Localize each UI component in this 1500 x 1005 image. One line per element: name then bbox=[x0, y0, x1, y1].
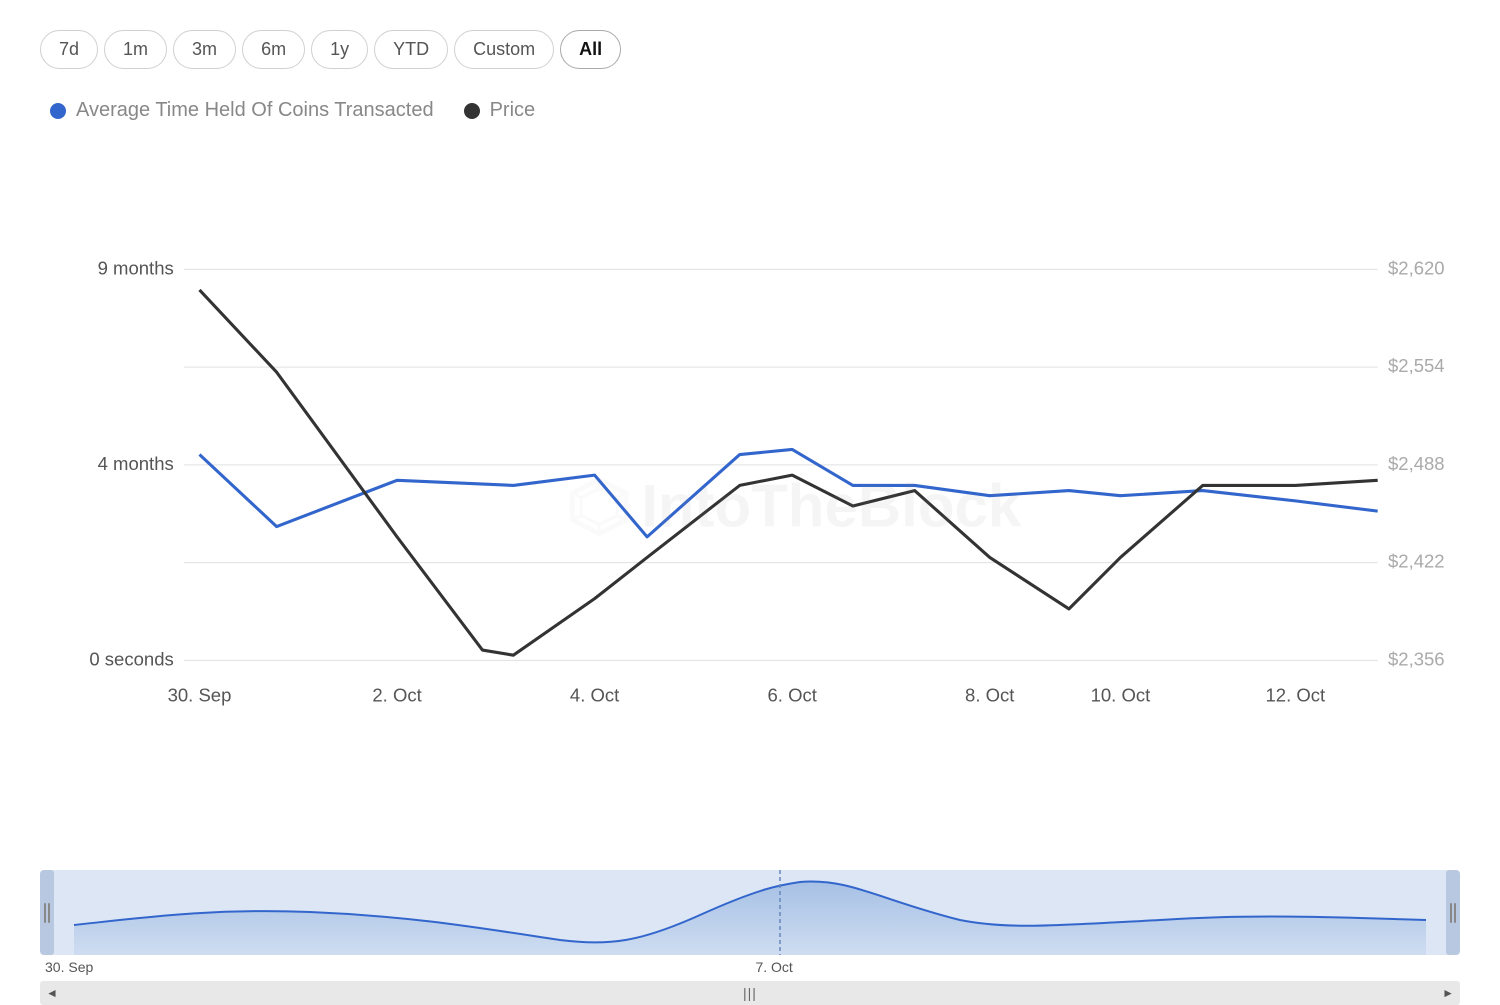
navigator-background bbox=[40, 870, 1460, 955]
svg-text:$2,620: $2,620 bbox=[1388, 257, 1445, 278]
legend-item-avg-time: Average Time Held Of Coins Transacted bbox=[50, 99, 434, 122]
legend-dot-price bbox=[464, 103, 480, 119]
chart-legend: Average Time Held Of Coins Transacted Pri… bbox=[40, 99, 1460, 122]
time-filter-7d[interactable]: 7d bbox=[40, 30, 98, 69]
legend-dot-avg-time bbox=[50, 103, 66, 119]
legend-label-price: Price bbox=[490, 99, 536, 122]
scroll-left-arrow[interactable]: ◄ bbox=[46, 986, 58, 1000]
navigator-wrapper: 30. Sep 7. Oct ◄ ||| ► bbox=[40, 870, 1460, 980]
svg-text:$2,422: $2,422 bbox=[1388, 551, 1445, 572]
svg-text:2. Oct: 2. Oct bbox=[372, 685, 422, 706]
scroll-track[interactable]: ||| bbox=[64, 988, 1436, 998]
navigator-svg bbox=[40, 870, 1460, 955]
svg-text:10. Oct: 10. Oct bbox=[1091, 685, 1152, 706]
navigator-mid-label: 7. Oct bbox=[755, 959, 792, 975]
navigator-labels: 30. Sep 7. Oct bbox=[40, 959, 1460, 975]
svg-text:$2,554: $2,554 bbox=[1388, 355, 1445, 376]
time-filter-bar: 7d1m3m6m1yYTDCustomAll bbox=[40, 30, 1460, 69]
svg-text:$2,488: $2,488 bbox=[1388, 453, 1445, 474]
time-filter-1m[interactable]: 1m bbox=[104, 30, 167, 69]
svg-text:4 months: 4 months bbox=[98, 453, 174, 474]
svg-text:8. Oct: 8. Oct bbox=[965, 685, 1015, 706]
time-filter-6m[interactable]: 6m bbox=[242, 30, 305, 69]
svg-text:12. Oct: 12. Oct bbox=[1266, 685, 1327, 706]
navigator-start-label: 30. Sep bbox=[45, 959, 93, 975]
page-container: 7d1m3m6m1yYTDCustomAll Average Time Held… bbox=[0, 0, 1500, 1000]
time-filter-all[interactable]: All bbox=[560, 30, 621, 69]
svg-text:9 months: 9 months bbox=[98, 257, 174, 278]
svg-text:6. Oct: 6. Oct bbox=[767, 685, 817, 706]
time-filter-custom[interactable]: Custom bbox=[454, 30, 554, 69]
main-chart-area: IntoTheBlock 9 months 4 months 0 seconds… bbox=[40, 152, 1460, 860]
time-filter-ytd[interactable]: YTD bbox=[374, 30, 448, 69]
navigator-handle-right[interactable] bbox=[1446, 870, 1460, 955]
navigator-handle-left[interactable] bbox=[40, 870, 54, 955]
legend-item-price: Price bbox=[464, 99, 536, 122]
chart-svg: 9 months 4 months 0 seconds $2,620 $2,55… bbox=[40, 152, 1460, 860]
scrollbar[interactable]: ◄ ||| ► bbox=[40, 981, 1460, 1005]
scroll-thumb[interactable]: ||| bbox=[743, 985, 757, 1001]
legend-label-avg-time: Average Time Held Of Coins Transacted bbox=[76, 99, 434, 122]
scroll-right-arrow[interactable]: ► bbox=[1442, 986, 1454, 1000]
svg-text:4. Oct: 4. Oct bbox=[570, 685, 620, 706]
chart-wrapper: IntoTheBlock 9 months 4 months 0 seconds… bbox=[40, 152, 1460, 980]
svg-text:0 seconds: 0 seconds bbox=[89, 648, 173, 669]
svg-text:30. Sep: 30. Sep bbox=[168, 685, 232, 706]
svg-text:$2,356: $2,356 bbox=[1388, 648, 1445, 669]
time-filter-3m[interactable]: 3m bbox=[173, 30, 236, 69]
time-filter-1y[interactable]: 1y bbox=[311, 30, 368, 69]
